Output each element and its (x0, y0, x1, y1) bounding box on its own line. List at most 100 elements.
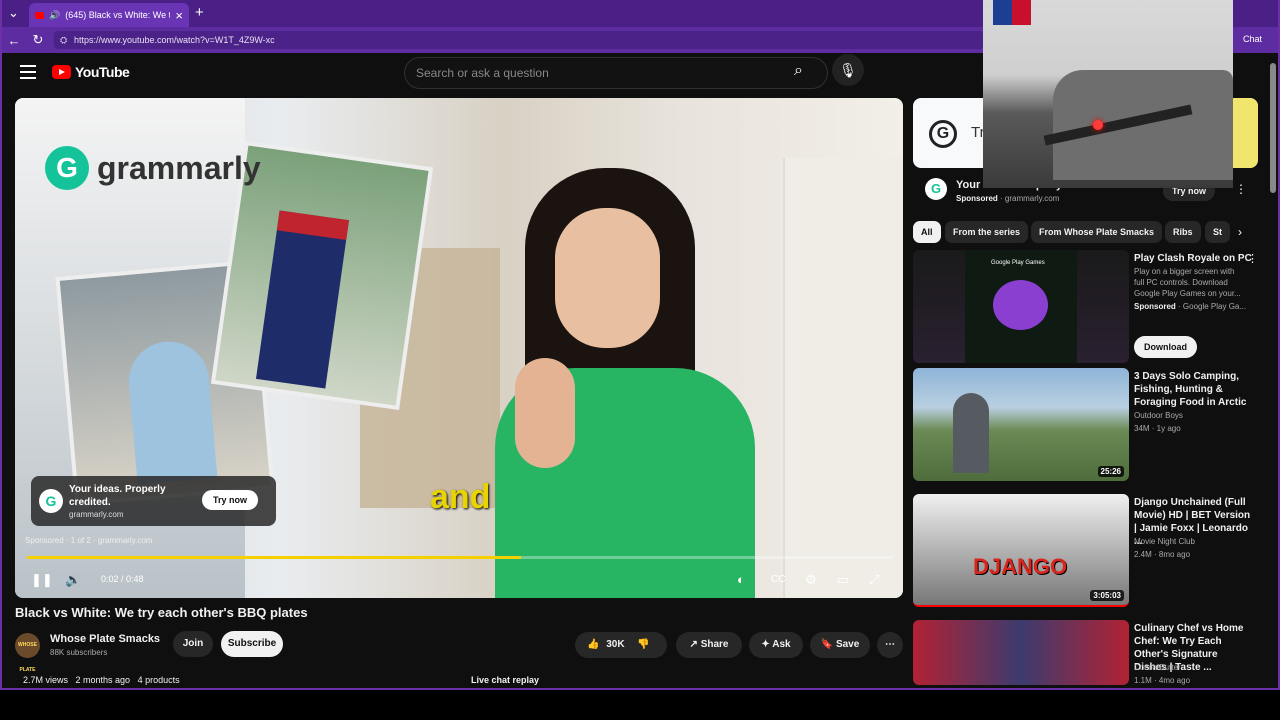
video-duration: 25:26 (1097, 466, 1124, 477)
search-icon[interactable]: ⌕ (794, 62, 803, 80)
sidebar-ad-sponsored: Sponsored (956, 194, 998, 203)
grammarly-logo-icon: G (45, 146, 89, 190)
subscribe-button[interactable]: Subscribe (221, 631, 283, 657)
back-icon[interactable]: ← (2, 33, 26, 48)
video-thumbnail[interactable]: Google Play Games (913, 250, 1129, 363)
scrollbar[interactable] (1268, 53, 1278, 683)
view-count: 2.7M views (23, 675, 69, 685)
download-button[interactable]: Download (1134, 336, 1197, 358)
sidebar-ad-domain: grammarly.com (1004, 194, 1060, 203)
like-icon[interactable]: 👍 (587, 639, 599, 650)
youtube-favicon-icon (35, 11, 44, 19)
video-title[interactable]: Play Clash Royale on PC (1134, 252, 1252, 265)
grammarly-brand: G grammarly (45, 146, 261, 190)
live-chat-replay[interactable]: Live chat replay (471, 675, 539, 685)
progress-fill (27, 556, 521, 559)
channel-row: WHOSE PLATE SMACKS Whose Plate Smacks 88… (15, 629, 905, 673)
player-ad-card[interactable]: G Your ideas. Properly credited. grammar… (31, 476, 276, 526)
filter-chips: All From the series From Whose Plate Sma… (913, 221, 1258, 243)
theater-icon[interactable]: ▭ (837, 572, 849, 588)
player-controls: ❚❚ 🔊 0:02 / 0:48 ◐ CC ⚙ ▭ ⤢ (15, 564, 903, 598)
url-field[interactable]: ⛭ https://www.youtube.com/watch?v=W1T_4Z… (54, 31, 984, 49)
channel-avatar[interactable]: WHOSE PLATE SMACKS (15, 633, 40, 673)
list-item[interactable]: 25:26 3 Days Solo Camping, Fishing, Hunt… (913, 368, 1258, 486)
captions-icon[interactable]: CC (771, 574, 785, 585)
sidebar-ad-avatar: G (925, 178, 947, 200)
channel-name[interactable]: Movie Night Club (1134, 536, 1195, 547)
bed-blanket (1053, 70, 1233, 180)
more-vert-icon[interactable]: ⋮ (1235, 182, 1247, 196)
video-meta: 34M · 1y ago (1134, 424, 1181, 433)
save-button[interactable]: 🔖 Save (810, 632, 870, 658)
chip-ribs[interactable]: Ribs (1165, 221, 1201, 243)
close-icon[interactable]: × (175, 8, 183, 23)
subscriber-count: 88K subscribers (50, 648, 108, 657)
search-input[interactable]: Search or ask a question (404, 57, 828, 89)
ask-label: Ask (772, 639, 791, 650)
chip-more[interactable]: St (1205, 221, 1230, 243)
chevron-right-icon[interactable]: › (1238, 225, 1242, 239)
video-info: Black vs White: We try each other's BBQ … (15, 605, 905, 685)
sparkle-icon: ✦ (761, 639, 770, 650)
video-thumbnail[interactable] (913, 620, 1129, 685)
video-title: Black vs White: We try each other's BBQ … (15, 605, 308, 620)
list-item[interactable]: Culinary Chef vs Home Chef: We Try Each … (913, 620, 1258, 685)
grammarly-icon: G (39, 489, 63, 513)
chat-button[interactable]: Chat (1243, 34, 1262, 44)
browser-tab[interactable]: 🔊 (645) Black vs White: We try e × (29, 3, 189, 27)
bookmark-icon: 🔖 (820, 639, 834, 650)
video-thumbnail[interactable]: DJANGO 3:05:03 (913, 494, 1129, 607)
channel-name[interactable]: Cocoa Butter (1134, 662, 1181, 673)
share-icon: ↗ (689, 639, 698, 650)
ad-headline: Your ideas. Properly credited. (69, 484, 166, 508)
video-title[interactable]: 3 Days Solo Camping, Fishing, Hunting & … (1134, 370, 1252, 409)
volume-icon[interactable]: 🔊 (65, 572, 81, 588)
video-host (495, 168, 755, 598)
dislike-icon[interactable]: 👎 (637, 639, 649, 650)
list-item[interactable]: DJANGO 3:05:03 Django Unchained (Full Mo… (913, 494, 1258, 612)
grammarly-icon: G (929, 120, 957, 148)
more-vert-icon[interactable]: ⋮ (1247, 252, 1258, 265)
more-actions-icon[interactable]: ⋯ (877, 632, 903, 658)
save-label: Save (835, 639, 860, 650)
fullscreen-icon[interactable]: ⤢ (869, 572, 879, 588)
sponsored-label: Sponsored (1134, 302, 1176, 311)
channel-name[interactable]: Outdoor Boys (1134, 410, 1183, 421)
ask-button[interactable]: ✦ Ask (749, 632, 803, 658)
thumb-label: Google Play Games (991, 260, 1045, 266)
list-item[interactable]: Google Play Games Play Clash Royale on P… (913, 250, 1258, 368)
video-thumbnail[interactable]: 25:26 (913, 368, 1129, 481)
tab-menu-icon[interactable]: ⌄ (8, 5, 19, 21)
scrollbar-thumb[interactable] (1270, 63, 1276, 193)
youtube-logo[interactable]: YouTube (52, 64, 130, 80)
join-button[interactable]: Join (173, 631, 213, 657)
reload-icon[interactable]: ↻ (26, 32, 50, 48)
progress-bar[interactable] (27, 556, 893, 559)
channel-name[interactable]: Whose Plate Smacks (50, 633, 160, 645)
try-now-button[interactable]: Try now (201, 490, 258, 510)
like-count[interactable]: 30K (606, 639, 624, 650)
video-caption: and (430, 478, 491, 516)
chip-all[interactable]: All (913, 221, 941, 243)
microphone-icon[interactable]: 🎙 (832, 54, 864, 86)
speaker-icon[interactable]: 🔊 (49, 10, 60, 21)
chip-from-series[interactable]: From the series (945, 221, 1029, 243)
sidebar-ad-meta: Sponsored · grammarly.com (956, 194, 1060, 203)
thumb-label: DJANGO (973, 554, 1068, 579)
ad-domain: grammarly.com (69, 510, 124, 519)
like-dislike-group: 👍 30K 👎 (575, 632, 667, 658)
url-text: https://www.youtube.com/watch?v=W1T_4Z9W… (74, 35, 275, 45)
chip-from-channel[interactable]: From Whose Plate Smacks (1031, 221, 1163, 243)
autoplay-toggle-icon[interactable]: ◐ (737, 572, 745, 587)
site-info-icon[interactable]: ⛭ (60, 31, 67, 49)
settings-icon[interactable]: ⚙ (805, 572, 817, 588)
video-player[interactable]: G grammarly and G Your ideas. Properly c… (15, 98, 903, 598)
products-count[interactable]: 4 products (138, 675, 180, 685)
share-button[interactable]: ↗ Share (676, 632, 742, 658)
menu-icon[interactable] (20, 65, 36, 79)
pause-icon[interactable]: ❚❚ (31, 572, 53, 588)
door-background (783, 158, 903, 598)
new-tab-icon[interactable]: + (195, 4, 204, 21)
brand-text: grammarly (97, 149, 261, 186)
flag-decoration (993, 0, 1031, 25)
